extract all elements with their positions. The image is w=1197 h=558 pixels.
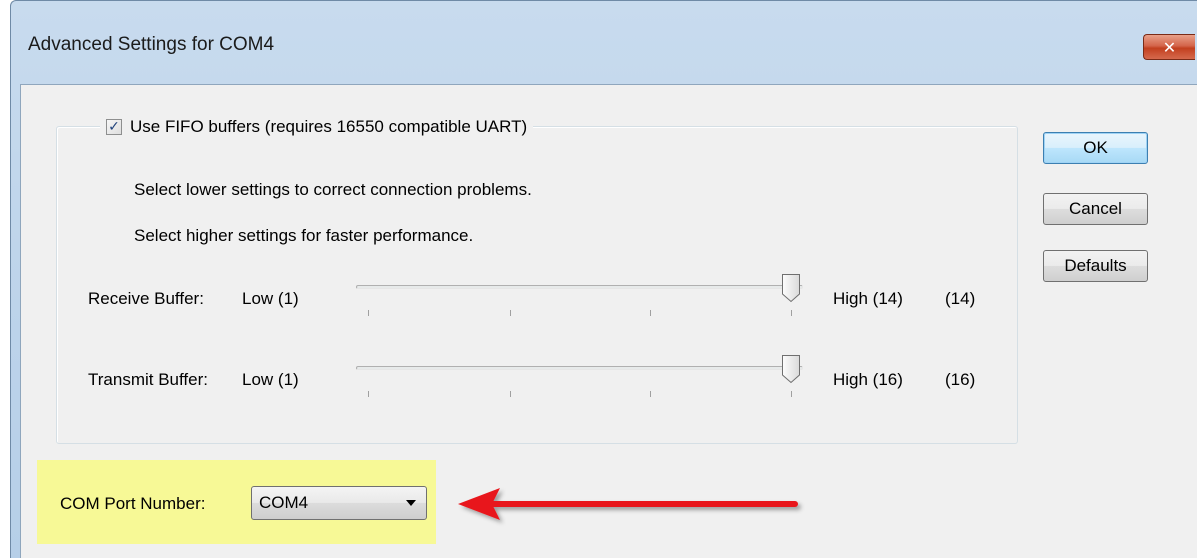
receive-buffer-track[interactable]	[356, 285, 803, 289]
receive-buffer-label: Receive Buffer:	[88, 289, 204, 308]
receive-buffer-value: (14)	[945, 289, 976, 308]
ok-button[interactable]: OK	[1043, 132, 1148, 164]
info-line-lower: Select lower settings to correct connect…	[134, 180, 532, 199]
defaults-button[interactable]: Defaults	[1043, 250, 1148, 282]
window-title: Advanced Settings for COM4	[28, 34, 275, 55]
transmit-tick	[510, 391, 511, 397]
fifo-checkbox-label: Use FIFO buffers (requires 16550 compati…	[130, 117, 528, 136]
cancel-button[interactable]: Cancel	[1043, 193, 1148, 225]
close-button[interactable]: ✕	[1143, 34, 1195, 60]
transmit-tick	[650, 391, 651, 397]
transmit-tick	[368, 391, 369, 397]
receive-tick	[791, 310, 792, 316]
com-port-dropdown[interactable]: COM4	[251, 486, 427, 520]
transmit-buffer-value: (16)	[945, 370, 976, 389]
receive-tick	[368, 310, 369, 316]
com-port-label: COM Port Number:	[60, 494, 206, 513]
close-icon: ✕	[1162, 37, 1177, 57]
transmit-buffer-high-label: High (16)	[833, 370, 903, 389]
fifo-checkbox-row[interactable]: ✓ Use FIFO buffers (requires 16550 compa…	[100, 116, 534, 138]
red-arrow-icon	[458, 488, 798, 520]
transmit-buffer-low-label: Low (1)	[242, 370, 299, 389]
transmit-buffer-track[interactable]	[356, 366, 803, 370]
chevron-down-icon[interactable]	[406, 500, 416, 506]
transmit-tick	[791, 391, 792, 397]
fifo-checkbox[interactable]: ✓	[106, 119, 122, 135]
transmit-buffer-label: Transmit Buffer:	[88, 370, 208, 389]
receive-buffer-low-label: Low (1)	[242, 289, 299, 308]
receive-tick	[650, 310, 651, 316]
com-port-selected-value: COM4	[259, 493, 309, 512]
title-bar: Advanced Settings for COM4 ✕	[10, 0, 1197, 84]
receive-buffer-high-label: High (14)	[833, 289, 903, 308]
checkmark-icon: ✓	[108, 119, 120, 135]
receive-buffer-slider-thumb[interactable]	[781, 273, 801, 303]
transmit-buffer-slider-thumb[interactable]	[781, 354, 801, 384]
info-line-higher: Select higher settings for faster perfor…	[134, 226, 474, 245]
receive-tick	[510, 310, 511, 316]
